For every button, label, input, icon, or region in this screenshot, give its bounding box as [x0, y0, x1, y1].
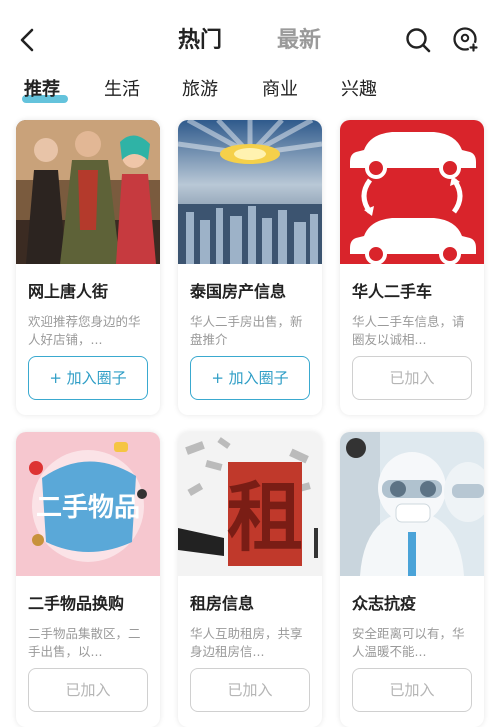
joined-button[interactable]: 已加入	[28, 668, 148, 712]
card-description: 安全距离可以有，华人温暖不能...	[352, 626, 465, 659]
add-circle-icon[interactable]	[452, 26, 480, 54]
category-tab-travel[interactable]: 旅游	[182, 76, 218, 104]
card-title: 众志抗疫	[352, 594, 417, 613]
card-title: 租房信息	[190, 594, 255, 613]
category-tab-interest[interactable]: 兴趣	[341, 76, 377, 104]
card-title: 华人二手车	[352, 282, 433, 301]
card-title: 网上唐人街	[28, 282, 109, 301]
card-image-secondhand: 二手物品	[16, 432, 160, 576]
circle-card[interactable]: 华人二手车 华人二手车信息，请圈友以诚相... 已加入	[340, 120, 484, 415]
circle-card[interactable]: 泰国房产信息 华人二手房出售，新盘推介 + 加入圈子	[178, 120, 322, 415]
circle-card[interactable]: 二手物品 二手物品换购 二手物品集散区，二手出售，以... 已加入	[16, 432, 160, 727]
card-image-chinatown	[16, 120, 160, 264]
circle-card[interactable]: 租 租房信息 华人互助租房，共享身边租房信... 已加入	[178, 432, 322, 727]
back-arrow-icon[interactable]	[14, 26, 42, 54]
category-tabs: 推荐 生活 旅游 商业 兴趣	[0, 76, 500, 110]
circle-card[interactable]: 网上唐人街 欢迎推荐您身边的华人好店铺，... + 加入圈子	[16, 120, 160, 415]
joined-button[interactable]: 已加入	[352, 668, 472, 712]
category-tab-recommend[interactable]: 推荐	[24, 76, 60, 104]
card-image-rent: 租	[178, 432, 322, 576]
card-description: 欢迎推荐您身边的华人好店铺，...	[28, 314, 141, 347]
top-bar: 热门 最新	[0, 0, 500, 80]
card-image-property	[178, 120, 322, 264]
rent-character: 租	[227, 473, 303, 562]
category-tab-business[interactable]: 商业	[262, 76, 298, 104]
circle-card[interactable]: 众志抗疫 安全距离可以有，华人温暖不能... 已加入	[340, 432, 484, 727]
card-image-used-car	[340, 120, 484, 264]
category-tab-life[interactable]: 生活	[104, 76, 140, 104]
card-title: 二手物品换购	[28, 594, 125, 613]
secondhand-sign-text: 二手物品	[36, 493, 140, 523]
joined-button[interactable]: 已加入	[352, 356, 472, 400]
card-description: 华人二手房出售，新盘推介	[190, 314, 303, 347]
card-description: 华人互助租房，共享身边租房信...	[190, 626, 303, 659]
search-icon[interactable]	[404, 26, 432, 54]
join-circle-button[interactable]: + 加入圈子	[28, 356, 148, 400]
tab-hot[interactable]: 热门	[178, 26, 222, 56]
card-image-epidemic	[340, 432, 484, 576]
joined-button[interactable]: 已加入	[190, 668, 310, 712]
card-title: 泰国房产信息	[190, 282, 287, 301]
card-description: 华人二手车信息，请圈友以诚相...	[352, 314, 465, 347]
card-description: 二手物品集散区，二手出售，以...	[28, 626, 141, 659]
join-circle-button[interactable]: + 加入圈子	[190, 356, 310, 400]
tab-latest[interactable]: 最新	[277, 26, 321, 56]
